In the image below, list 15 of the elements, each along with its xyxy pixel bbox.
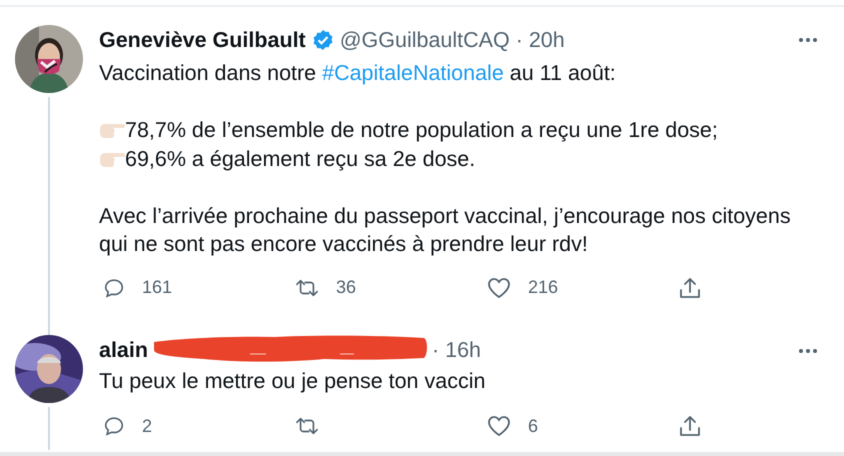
like-count: 6 <box>528 416 538 436</box>
tweet-text: Vaccination dans notre #CapitaleNationale au 11 août: <box>99 60 617 87</box>
user-name[interactable]: alain <box>99 338 148 363</box>
like-count: 216 <box>528 277 558 298</box>
tweet-text: Tu peux le mettre ou je pense ton vaccin <box>99 368 486 394</box>
reply-count: 161 <box>142 277 172 298</box>
tweet-text: 69,6% a également reçu sa 2e dose. <box>125 146 476 172</box>
user-handle[interactable]: @GGuilbaultCAQ <box>340 28 510 52</box>
tweet-text: Avec l’arrivée prochaine du passeport vaccinal, j’encourage nos citoyens qui ne sont pas encore vaccinés à prendre leur rdv! <box>99 202 792 258</box>
user-name[interactable]: Geneviève Guilbault <box>99 28 306 52</box>
tweet-text: 78,7% de l’ensemble de notre population a reçu une 1re dose; <box>125 117 718 144</box>
reply-count: 2 <box>142 416 152 436</box>
retweet-count: 36 <box>336 277 356 298</box>
tweet-time[interactable]: · 20h <box>516 28 565 52</box>
tweet-time[interactable]: · 16h <box>432 338 482 363</box>
